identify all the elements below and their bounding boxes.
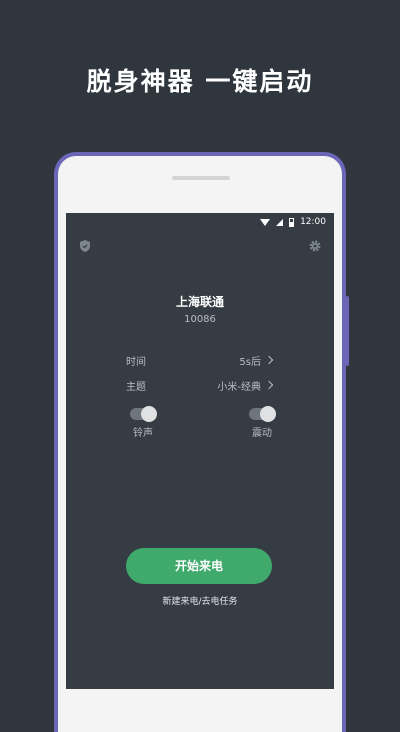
chevron-right-icon — [264, 355, 274, 365]
status-bar: 12:00 — [260, 215, 326, 229]
vibration-toggle[interactable] — [249, 406, 276, 422]
phone-mockup: 12:00 上海联通 10086 时间 5s后 主题 小米-经典 铃声 震动 开… — [54, 152, 349, 732]
setting-value-time: 5s后 — [239, 356, 261, 368]
phone-side-button — [346, 296, 349, 366]
vibration-label: 震动 — [252, 428, 272, 439]
setting-label-time: 时间 — [126, 356, 146, 368]
toggle-knob — [141, 406, 157, 422]
ringtone-label: 铃声 — [133, 428, 153, 439]
battery-icon — [289, 217, 295, 227]
setting-row-time[interactable]: 时间 5s后 — [126, 353, 274, 368]
status-time: 12:00 — [300, 217, 326, 227]
toggle-knob — [260, 406, 276, 422]
signal-icon — [276, 218, 284, 226]
app-screen: 12:00 上海联通 10086 时间 5s后 主题 小米-经典 铃声 震动 开… — [66, 213, 334, 689]
caller-number: 10086 — [184, 314, 216, 325]
shield-icon[interactable] — [78, 239, 92, 253]
ringtone-toggle[interactable] — [130, 406, 157, 422]
wifi-icon — [260, 218, 271, 226]
phone-speaker — [172, 176, 230, 180]
setting-row-theme[interactable]: 主题 小米-经典 — [126, 378, 274, 393]
promo-headline: 脱身神器 一键启动 — [86, 67, 314, 96]
gear-icon[interactable] — [308, 239, 322, 253]
chevron-right-icon — [264, 380, 274, 390]
new-call-task-link[interactable]: 新建来电/去电任务 — [66, 594, 334, 607]
caller-name: 上海联通 — [175, 295, 224, 309]
start-call-button[interactable]: 开始来电 — [126, 548, 272, 584]
setting-label-theme: 主题 — [126, 381, 146, 393]
setting-value-theme: 小米-经典 — [217, 381, 261, 393]
